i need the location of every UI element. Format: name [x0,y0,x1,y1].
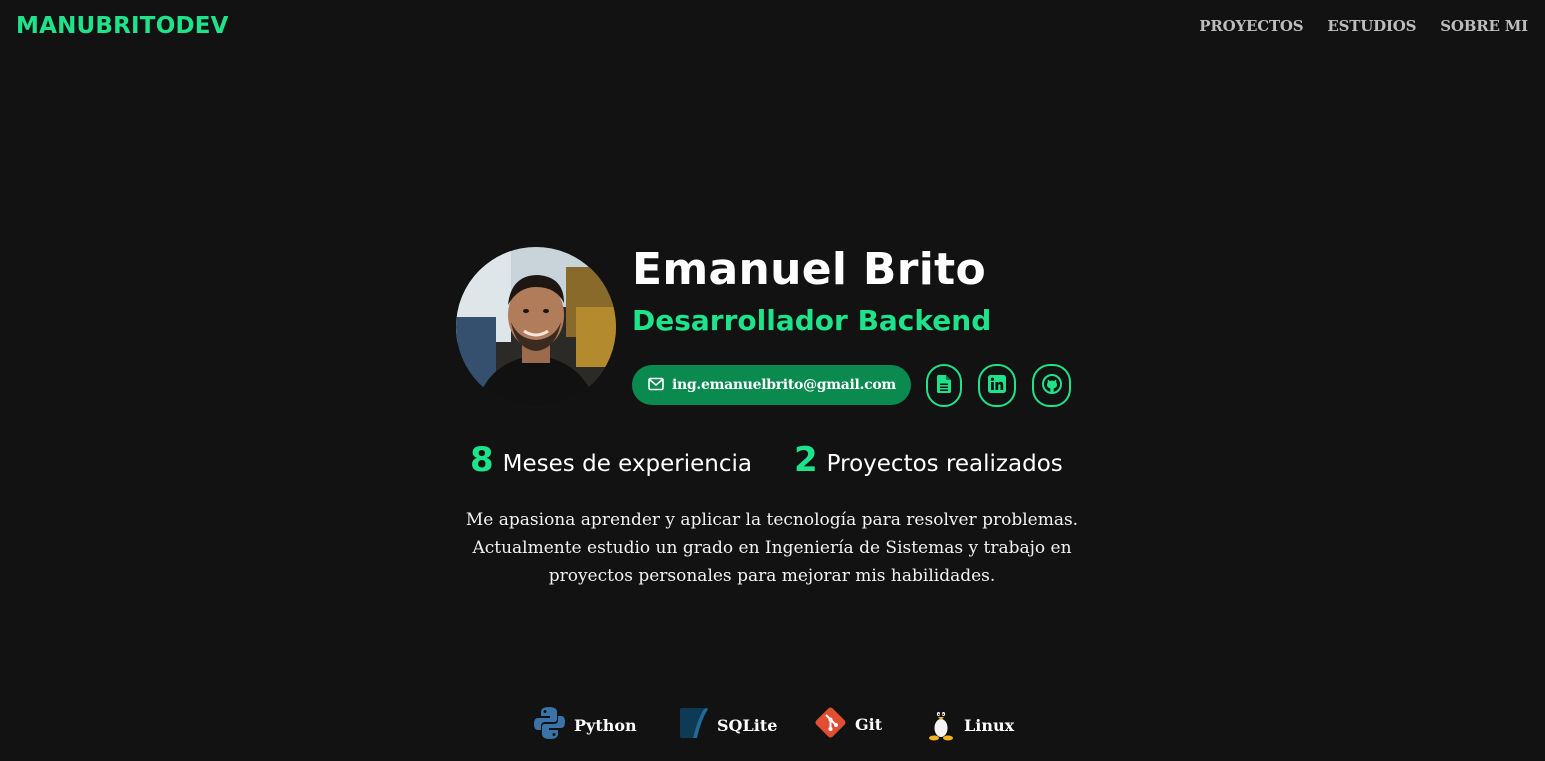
tech-name: Linux [964,716,1015,735]
tech-name: Python [574,715,637,735]
stat-label: Proyectos realizados [826,451,1063,477]
site-logo[interactable]: MANUBRITODEV [16,13,229,39]
linkedin-button[interactable] [978,364,1016,407]
nav-link-sobre-mi[interactable]: SOBRE MI [1440,17,1528,35]
stat-experience: 8 Meses de experiencia [470,440,752,480]
email-address: ing.emanuelbrito@gmail.com [672,377,896,393]
profile-avatar [456,247,616,407]
linkedin-icon [988,374,1006,397]
envelope-icon [648,376,664,395]
stat-number: 8 [470,440,494,480]
about-description: Me apasiona aprender y aplicar la tecnol… [465,510,1079,586]
cv-button[interactable] [926,364,962,407]
profile-role: Desarrollador Backend [632,304,992,337]
tech-item-sqlite: SQLite [677,706,777,744]
linux-tux-icon [926,706,956,745]
profile-name: Emanuel Brito [632,244,986,295]
github-icon [1041,373,1062,398]
tech-item-linux: Linux [926,706,1014,745]
tech-item-git: Git [814,706,882,743]
python-icon [533,706,566,744]
tech-name: Git [855,715,883,734]
stat-label: Meses de experiencia [502,451,752,477]
tech-name: SQLite [717,715,778,735]
email-button[interactable]: ing.emanuelbrito@gmail.com [632,365,911,405]
git-icon [814,706,847,743]
sqlite-icon [677,706,709,744]
main-nav: PROYECTOS ESTUDIOS SOBRE MI [1199,17,1528,35]
nav-link-estudios[interactable]: ESTUDIOS [1327,17,1416,35]
tech-item-python: Python [533,706,637,744]
stat-number: 2 [794,440,818,480]
nav-link-proyectos[interactable]: PROYECTOS [1199,17,1303,35]
github-button[interactable] [1032,364,1071,407]
document-icon [937,374,951,397]
stat-projects: 2 Proyectos realizados [794,440,1063,480]
top-navbar: MANUBRITODEV PROYECTOS ESTUDIOS SOBRE MI [0,0,1545,54]
